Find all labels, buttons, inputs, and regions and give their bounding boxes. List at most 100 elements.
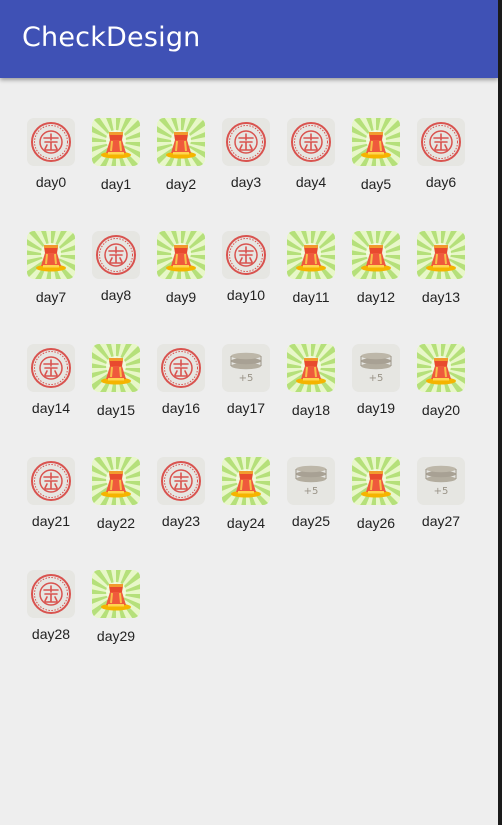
reward-bag-icon (352, 457, 400, 505)
sign-stamp-icon (157, 457, 205, 505)
day-row: day14 day15 day16 +5 day17 day18 +5 day1… (18, 336, 488, 449)
day-cell[interactable]: day2 (148, 110, 214, 210)
day-cell[interactable]: day24 (213, 449, 279, 549)
day-label: day17 (226, 400, 266, 416)
day-cell[interactable]: day0 (18, 110, 84, 210)
sign-stamp-icon (27, 344, 75, 392)
day-label: day4 (295, 174, 327, 190)
day-cell[interactable]: day10 (213, 223, 279, 323)
day-label: day12 (356, 289, 396, 305)
reward-bag-icon (92, 118, 140, 166)
sign-stamp-icon (27, 570, 75, 618)
day-cell[interactable]: +5 day25 (278, 449, 344, 549)
sign-stamp-icon (27, 118, 75, 166)
sign-stamp-icon (27, 457, 75, 505)
day-cell[interactable]: day18 (278, 336, 344, 436)
day-cell[interactable]: day16 (148, 336, 214, 436)
day-row: day21 day22 day23 day24 +5 day25 day26 +… (18, 449, 488, 562)
day-label: day28 (31, 626, 71, 642)
day-label: day6 (425, 174, 457, 190)
sign-stamp-icon (222, 118, 270, 166)
screen-edge (498, 0, 502, 825)
app-title: CheckDesign (22, 22, 201, 53)
day-cell[interactable]: day15 (83, 336, 149, 436)
day-label: day11 (292, 289, 330, 305)
day-cell[interactable]: day11 (278, 223, 344, 323)
day-cell[interactable]: day4 (278, 110, 344, 210)
reward-bag-icon (27, 231, 75, 279)
day-cell[interactable]: day6 (408, 110, 474, 210)
reward-bag-icon (417, 231, 465, 279)
day-row: day0 day1 day2 day3 day4 day5 day6 (18, 110, 488, 223)
day-label: day20 (421, 402, 461, 418)
day-label: day7 (35, 289, 67, 305)
sign-stamp-icon (417, 118, 465, 166)
bonus-text: +5 (239, 373, 254, 384)
reward-bag-icon (157, 231, 205, 279)
day-label: day22 (96, 515, 136, 531)
day-cell[interactable]: +5 day19 (343, 336, 409, 436)
day-cell[interactable]: day14 (18, 336, 84, 436)
day-label: day0 (35, 174, 67, 190)
day-cell[interactable]: day3 (213, 110, 279, 210)
app-bar: CheckDesign (0, 0, 498, 78)
day-cell[interactable]: day1 (83, 110, 149, 210)
reward-bag-icon (92, 344, 140, 392)
day-label: day25 (291, 513, 331, 529)
day-cell[interactable]: day8 (83, 223, 149, 323)
day-cell[interactable]: day12 (343, 223, 409, 323)
day-cell[interactable]: day21 (18, 449, 84, 549)
day-cell[interactable]: +5 day27 (408, 449, 474, 549)
day-label: day19 (356, 400, 396, 416)
day-label: day18 (291, 402, 331, 418)
reward-bag-icon (92, 457, 140, 505)
coin-stack-icon: +5 (287, 457, 335, 505)
day-cell[interactable]: day7 (18, 223, 84, 323)
day-cell[interactable]: day26 (343, 449, 409, 549)
day-cell[interactable]: day22 (83, 449, 149, 549)
day-label: day16 (161, 400, 201, 416)
coin-stack-icon: +5 (417, 457, 465, 505)
day-cell[interactable]: day29 (83, 562, 149, 662)
reward-bag-icon (222, 457, 270, 505)
day-label: day26 (356, 515, 396, 531)
day-label: day10 (226, 287, 266, 303)
reward-bag-icon (417, 344, 465, 392)
day-cell[interactable]: day13 (408, 223, 474, 323)
day-cell[interactable]: day23 (148, 449, 214, 549)
day-label: day13 (421, 289, 461, 305)
day-label: day9 (165, 289, 197, 305)
day-cell[interactable]: day28 (18, 562, 84, 662)
day-cell[interactable]: day20 (408, 336, 474, 436)
day-row: day28 day29 (18, 562, 488, 675)
reward-bag-icon (287, 231, 335, 279)
day-label: day1 (100, 176, 132, 192)
day-label: day15 (96, 402, 136, 418)
day-row: day7 day8 day9 day10 day11 day12 day13 (18, 223, 488, 336)
reward-bag-icon (92, 570, 140, 618)
reward-bag-icon (352, 118, 400, 166)
day-cell[interactable]: day9 (148, 223, 214, 323)
day-cell[interactable]: day5 (343, 110, 409, 210)
day-label: day23 (161, 513, 201, 529)
day-label: day24 (226, 515, 266, 531)
day-label: day29 (96, 628, 136, 644)
sign-stamp-icon (157, 344, 205, 392)
bonus-text: +5 (304, 486, 319, 497)
day-label: day14 (31, 400, 71, 416)
coin-stack-icon: +5 (352, 344, 400, 392)
sign-stamp-icon (92, 231, 140, 279)
coin-stack-icon: +5 (222, 344, 270, 392)
day-label: day21 (31, 513, 71, 529)
sign-stamp-icon (222, 231, 270, 279)
day-label: day2 (165, 176, 197, 192)
day-label: day27 (421, 513, 461, 529)
reward-bag-icon (157, 118, 205, 166)
bonus-text: +5 (369, 373, 384, 384)
day-label: day8 (100, 287, 132, 303)
reward-bag-icon (352, 231, 400, 279)
sign-stamp-icon (287, 118, 335, 166)
day-cell[interactable]: +5 day17 (213, 336, 279, 436)
day-grid: day0 day1 day2 day3 day4 day5 day6 day7 … (18, 110, 488, 675)
day-label: day3 (230, 174, 262, 190)
